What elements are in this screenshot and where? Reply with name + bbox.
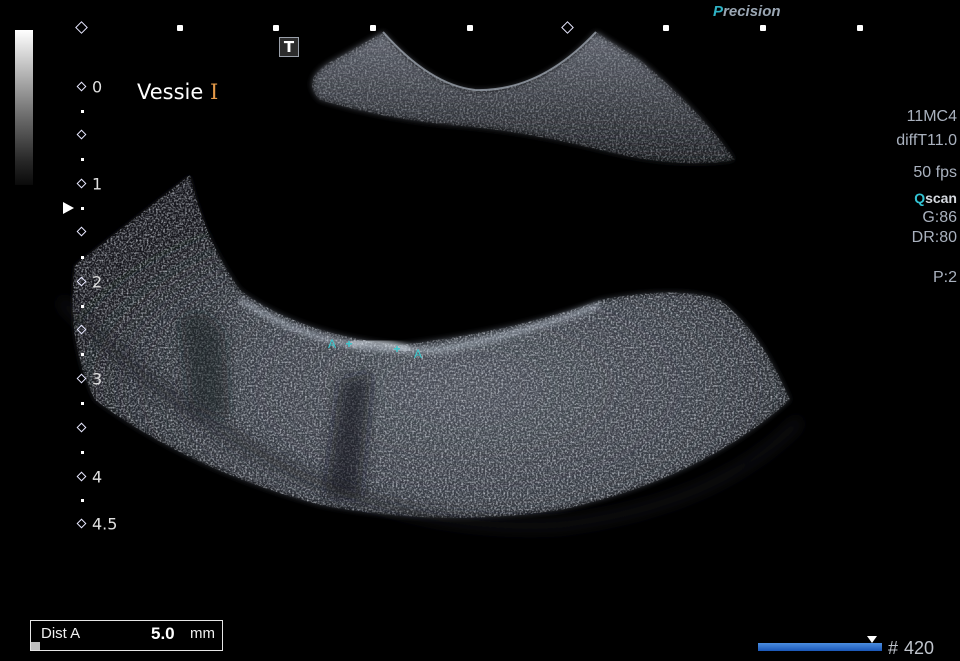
organ-label: Vessie <box>137 80 204 104</box>
top-marker <box>177 25 183 31</box>
cine-progress-bar[interactable] <box>758 643 882 651</box>
power-label: P:2 <box>932 269 957 286</box>
frame-hash: # <box>888 638 899 658</box>
preset-label: diffT11.0 <box>896 132 957 149</box>
measurement-corner-marker <box>31 642 40 650</box>
dynamic-range-label: DR:80 <box>911 229 957 246</box>
depth-label: 0 <box>92 77 103 97</box>
tissue-lower <box>72 175 790 518</box>
depth-label: 4 <box>92 467 103 487</box>
frame-rate-label: 50 fps <box>913 164 957 181</box>
top-marker <box>760 25 766 31</box>
depth-label: 1 <box>92 174 103 194</box>
depth-tick-minor <box>81 207 84 210</box>
depth-tick-minor <box>81 305 84 308</box>
top-marker <box>273 25 279 31</box>
depth-label: 2 <box>92 272 103 292</box>
caliper-start-cross[interactable]: + <box>345 337 352 351</box>
top-marker <box>370 25 376 31</box>
depth-tick-minor <box>81 402 84 405</box>
depth-tick-minor <box>81 110 84 113</box>
depth-label: 3 <box>92 369 103 389</box>
depth-tick-minor <box>81 451 84 454</box>
top-marker <box>467 25 473 31</box>
depth-tick-minor <box>81 158 84 161</box>
depth-tick-minor <box>81 499 84 502</box>
cine-position-marker[interactable] <box>867 636 877 643</box>
frame-number: 420 <box>904 638 935 658</box>
measurement-box: Dist A 5.0 mm <box>30 620 223 651</box>
brand-rest: recision <box>723 3 781 20</box>
measurement-value: 5.0 <box>151 624 175 643</box>
text-cursor-icon: I <box>210 80 219 104</box>
focus-arrow-icon <box>63 202 74 214</box>
caliper-label-start: A <box>327 337 337 351</box>
probe-label: 11MC4 <box>906 108 957 125</box>
gain-label: G:86 <box>922 209 957 226</box>
ultrasound-screen: T 0 1 2 3 4 4.5 Vessie I Precision 11MC4 diff… <box>0 0 960 661</box>
qscan-q: Q <box>914 190 926 206</box>
qscan-label: Qscan <box>914 190 957 206</box>
depth-tick-minor <box>81 353 84 356</box>
caliper-end-cross[interactable]: + <box>393 342 400 356</box>
brand-logo: Precision <box>713 3 781 20</box>
brand-initial: P <box>713 3 724 20</box>
depth-label: 4.5 <box>92 514 118 534</box>
top-marker <box>663 25 669 31</box>
measurement-unit: mm <box>190 625 215 642</box>
t-icon[interactable]: T <box>279 37 299 57</box>
top-marker <box>857 25 863 31</box>
measurement-label: Dist A <box>41 625 81 642</box>
depth-tick-minor <box>81 256 84 259</box>
caliper-label-end: A <box>413 347 423 361</box>
qscan-rest: scan <box>925 190 957 206</box>
grayscale-bar <box>15 30 33 185</box>
tissue-upper <box>312 31 735 164</box>
